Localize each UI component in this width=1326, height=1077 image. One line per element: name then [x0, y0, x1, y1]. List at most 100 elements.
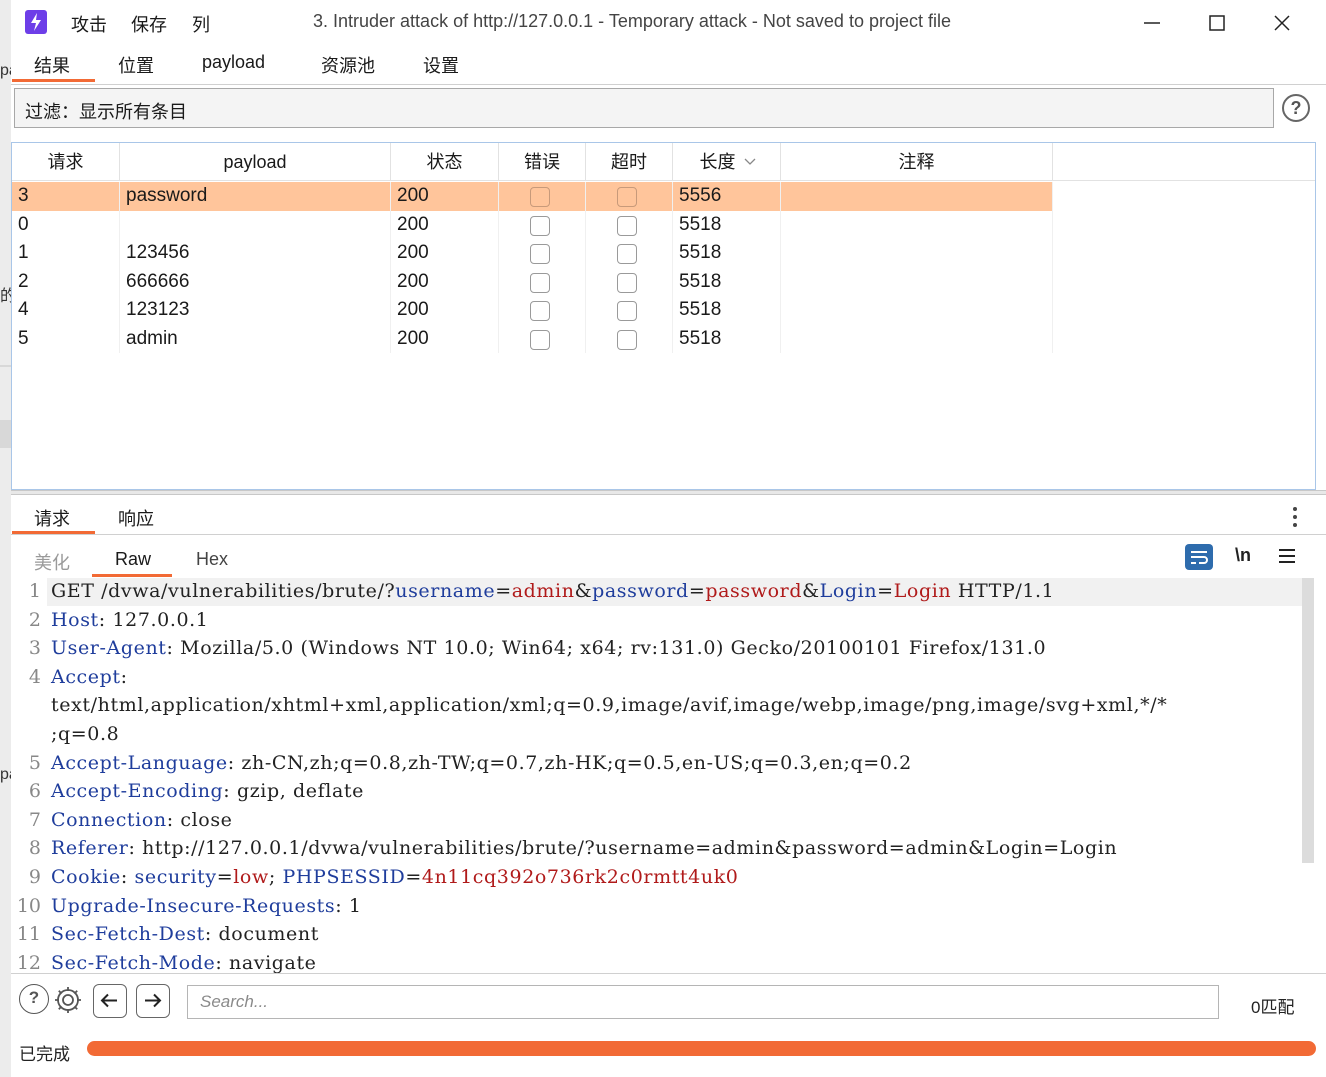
cell-comment [781, 296, 1053, 325]
intruder-attack-window: 攻击 保存 列 3. Intruder attack of http://127… [11, 0, 1326, 1077]
column-header-timeout[interactable]: 超时 [586, 143, 673, 181]
column-header-comment[interactable]: 注释 [781, 143, 1053, 181]
column-header-error[interactable]: 错误 [499, 143, 586, 181]
cell-request: 0 [12, 210, 120, 239]
line-number: 4 [28, 665, 41, 688]
line-number: 9 [28, 866, 41, 888]
sort-descending-icon [744, 158, 756, 165]
cell-comment [781, 324, 1053, 353]
table-row[interactable]: 3 password 200 5556 [12, 182, 1053, 211]
active-view-tab-indicator [92, 574, 172, 577]
search-bar: ? Search... 0匹配 [11, 973, 1326, 1030]
tab-results[interactable]: 结果 [34, 52, 70, 78]
column-header-request[interactable]: 请求 [12, 143, 120, 181]
cell-status: 200 [391, 210, 499, 239]
menu-save[interactable]: 保存 [131, 11, 167, 37]
cell-status: 200 [391, 182, 499, 211]
cell-payload: 123123 [120, 296, 391, 325]
cell-payload: password [120, 182, 391, 211]
close-icon[interactable] [1269, 10, 1295, 36]
previous-match-button[interactable] [93, 984, 127, 1018]
cell-comment [781, 182, 1053, 211]
line-number: 11 [16, 923, 41, 946]
tab-payloads[interactable]: payload [202, 52, 265, 73]
column-header-filler [1053, 143, 1315, 181]
tab-pretty[interactable]: 美化 [34, 549, 70, 575]
cell-length: 5518 [673, 296, 781, 325]
maximize-icon[interactable] [1204, 10, 1230, 36]
cell-timeout [586, 239, 673, 268]
line-number: 12 [16, 951, 41, 973]
show-newlines-icon[interactable]: \n [1235, 545, 1251, 566]
table-row[interactable]: 1 123456 200 5518 [12, 239, 1053, 268]
active-message-tab-indicator [12, 531, 95, 534]
error-checkbox[interactable] [529, 301, 550, 321]
tab-resource-pool[interactable]: 资源池 [321, 52, 375, 78]
column-header-status[interactable]: 状态 [391, 143, 499, 181]
line-number: 8 [28, 837, 41, 860]
search-input[interactable]: Search... [187, 985, 1219, 1019]
main-tabs: 结果 位置 payload 资源池 设置 [11, 46, 1326, 85]
settings-gear-icon[interactable] [52, 984, 84, 1016]
editor-line: Referer: http://127.0.0.1/dvwa/vulnerabi… [51, 837, 1118, 860]
pane-splitter[interactable] [11, 490, 1326, 495]
next-match-button[interactable] [136, 984, 170, 1018]
timeout-checkbox[interactable] [616, 301, 637, 321]
timeout-checkbox[interactable] [616, 187, 637, 207]
tab-hex[interactable]: Hex [196, 549, 228, 570]
timeout-checkbox[interactable] [616, 272, 637, 293]
table-row[interactable]: 2 666666 200 5518 [12, 267, 1053, 296]
raw-request-editor[interactable]: 1 2 3 4 5 6 7 8 9 10 11 12 GET /dvwa/vulnerabilitie… [11, 578, 1316, 973]
match-count: 0匹配 [1251, 998, 1295, 1017]
cell-comment [781, 267, 1053, 296]
message-tabs: 请求 响应 [11, 496, 1326, 535]
tab-raw[interactable]: Raw [115, 549, 151, 570]
line-number: 2 [28, 608, 41, 631]
menu-attack[interactable]: 攻击 [71, 11, 107, 37]
editor-line: Accept-Language: zh-CN,zh;q=0.8,zh-TW;q=… [51, 751, 912, 774]
column-header-payload[interactable]: payload [120, 143, 391, 181]
timeout-checkbox[interactable] [616, 329, 637, 350]
tab-positions[interactable]: 位置 [118, 52, 154, 78]
status-text: 已完成 [19, 1045, 70, 1064]
help-icon[interactable]: ? [19, 984, 49, 1014]
editor-scrollbar[interactable] [1302, 578, 1314, 863]
cell-payload: 123456 [120, 239, 391, 268]
hamburger-menu-icon[interactable] [1277, 546, 1297, 566]
table-row[interactable]: 4 123123 200 5518 [12, 296, 1053, 325]
cell-payload: admin [120, 324, 391, 353]
error-checkbox[interactable] [529, 187, 550, 207]
column-header-length-label: 长度 [699, 152, 736, 172]
error-checkbox[interactable] [529, 272, 550, 293]
word-wrap-icon[interactable] [1185, 544, 1213, 570]
tab-request[interactable]: 请求 [34, 505, 70, 531]
table-row[interactable]: 5 admin 200 5518 [12, 324, 1053, 353]
line-number: 5 [28, 751, 41, 774]
timeout-checkbox[interactable] [616, 215, 637, 236]
cell-timeout [586, 182, 673, 211]
help-icon[interactable]: ? [1282, 94, 1310, 122]
editor-line: Connection: close [51, 808, 233, 831]
editor-line: Sec-Fetch-Dest: document [51, 923, 319, 946]
table-row[interactable]: 0 200 5518 [12, 210, 1053, 239]
cell-length: 5518 [673, 267, 781, 296]
timeout-checkbox[interactable] [616, 244, 637, 264]
column-header-length[interactable]: 长度 [673, 143, 781, 181]
filter-bar[interactable]: 过滤：显示所有条目 [14, 88, 1274, 128]
menu-columns[interactable]: 列 [192, 11, 210, 37]
editor-line: Accept-Encoding: gzip, deflate [51, 780, 364, 803]
background-window-strip: pa 的 pa [0, 0, 18, 1077]
tab-settings[interactable]: 设置 [423, 52, 459, 78]
title-bar: 攻击 保存 列 3. Intruder attack of http://127… [11, 0, 1326, 46]
more-options-icon[interactable] [1289, 505, 1301, 529]
error-checkbox[interactable] [529, 244, 550, 264]
line-number: 3 [28, 637, 41, 660]
minimize-icon[interactable] [1139, 10, 1165, 36]
active-tab-indicator [12, 79, 95, 82]
error-checkbox[interactable] [529, 215, 550, 236]
tab-response[interactable]: 响应 [118, 505, 154, 531]
cell-error [499, 296, 586, 325]
cell-timeout [586, 210, 673, 239]
error-checkbox[interactable] [529, 329, 550, 350]
cell-request: 3 [12, 182, 120, 211]
